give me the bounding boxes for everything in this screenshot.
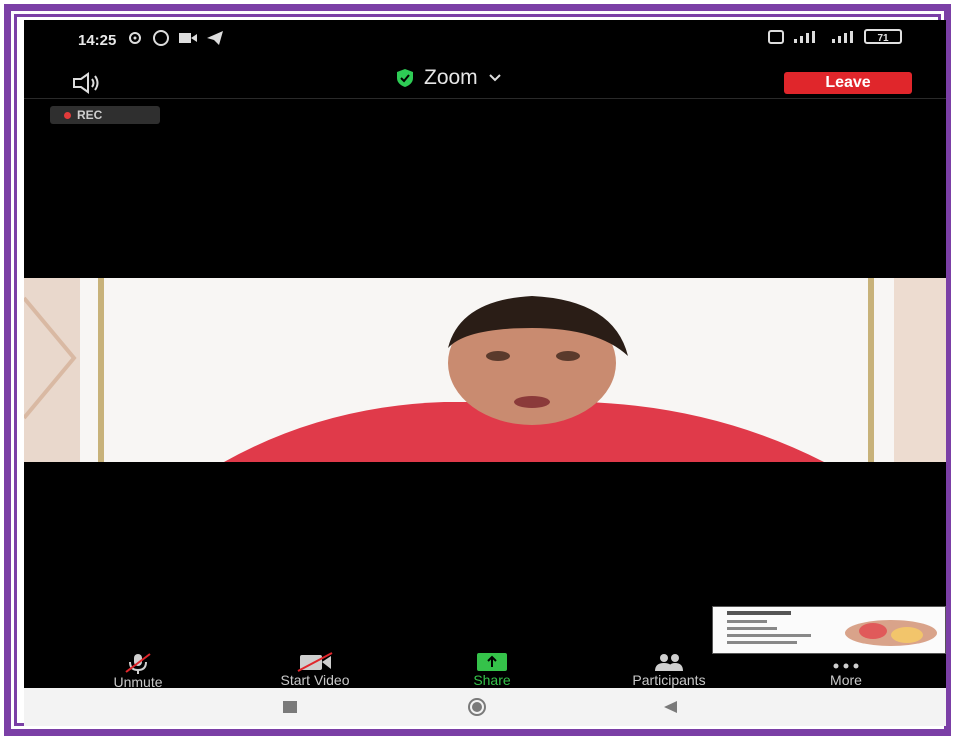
signal-icon-2 bbox=[832, 30, 853, 43]
header-divider bbox=[24, 98, 946, 99]
camera-icon bbox=[179, 33, 197, 43]
back-icon[interactable] bbox=[662, 700, 678, 714]
active-speaker-video[interactable] bbox=[24, 278, 946, 462]
status-bar: 14:25 71 bbox=[24, 20, 946, 60]
whatsapp-icon bbox=[153, 30, 169, 46]
nfc-icon bbox=[768, 29, 784, 44]
speaker-video-image bbox=[24, 278, 946, 462]
signal-icon bbox=[794, 30, 815, 43]
settings-icon bbox=[129, 32, 141, 44]
unmute-label: Unmute bbox=[113, 674, 163, 688]
share-label: Share bbox=[473, 672, 511, 688]
phone-screen: 14:25 71 Zoom Leave REC Unmute Start Vid… bbox=[24, 20, 946, 688]
start-video-button[interactable]: Start Video bbox=[245, 652, 385, 688]
speaker-icon[interactable] bbox=[72, 72, 102, 94]
telegram-icon bbox=[207, 31, 223, 45]
status-icons-right: 71 bbox=[768, 29, 902, 44]
status-time: 14:25 bbox=[78, 32, 117, 49]
more-button[interactable]: More bbox=[776, 652, 916, 688]
unmute-button[interactable]: Unmute bbox=[68, 652, 208, 688]
rec-label: REC bbox=[77, 108, 103, 122]
home-icon[interactable] bbox=[466, 697, 488, 717]
meeting-toolbar: Unmute Start Video Share Participants Mo… bbox=[24, 652, 946, 688]
share-button[interactable]: Share bbox=[422, 652, 562, 688]
meeting-title[interactable]: Zoom bbox=[396, 66, 502, 90]
share-icon bbox=[477, 653, 507, 671]
meeting-title-label: Zoom bbox=[424, 66, 478, 89]
video-off-icon bbox=[297, 652, 333, 672]
shield-icon bbox=[397, 69, 413, 87]
chevron-down-icon bbox=[488, 74, 501, 82]
participants-label: Participants bbox=[632, 672, 706, 688]
battery-indicator: 71 bbox=[864, 29, 902, 44]
recent-apps-icon[interactable] bbox=[282, 700, 298, 714]
participants-icon bbox=[655, 654, 683, 671]
start-video-label: Start Video bbox=[280, 672, 350, 688]
shared-slide-thumbnail-image bbox=[713, 607, 945, 653]
status-icons-left bbox=[126, 29, 224, 47]
participants-button[interactable]: Participants bbox=[599, 652, 739, 688]
recording-badge: REC bbox=[50, 106, 160, 124]
android-nav-bar bbox=[24, 688, 946, 726]
mic-off-icon bbox=[125, 653, 151, 674]
participant-thumbnail[interactable] bbox=[712, 606, 946, 654]
more-label: More bbox=[830, 672, 862, 688]
leave-button[interactable]: Leave bbox=[784, 72, 912, 94]
rec-dot-icon bbox=[64, 111, 71, 119]
more-icon bbox=[833, 663, 859, 669]
